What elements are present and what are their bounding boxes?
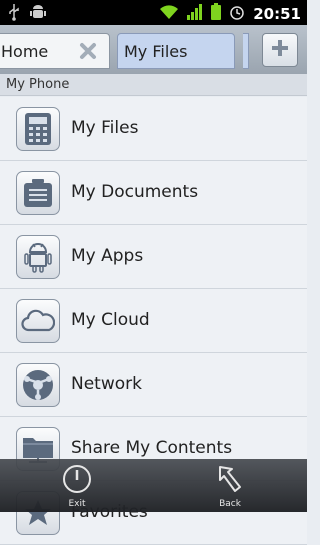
bottom-toolbar: Exit Back bbox=[0, 459, 307, 512]
android-icon bbox=[16, 235, 60, 279]
cloud-icon bbox=[16, 299, 60, 343]
close-icon[interactable] bbox=[79, 42, 97, 60]
tab-my-files-label: My Files bbox=[124, 41, 188, 61]
signal-icon bbox=[187, 3, 203, 24]
list-item-my-cloud[interactable]: My Cloud bbox=[0, 289, 307, 353]
status-bar: 20:51 bbox=[0, 0, 307, 25]
android-debug-icon bbox=[30, 4, 46, 25]
calculator-icon bbox=[16, 107, 60, 151]
list-item-label: My Documents bbox=[71, 182, 199, 202]
tab-my-files[interactable]: My Files bbox=[117, 33, 235, 69]
list-item-my-documents[interactable]: My Documents bbox=[0, 161, 307, 225]
power-icon bbox=[61, 465, 93, 499]
tab-home[interactable]: Home bbox=[0, 33, 110, 69]
network-icon bbox=[16, 363, 60, 407]
list-item-label: My Cloud bbox=[71, 310, 150, 330]
plus-icon bbox=[269, 37, 291, 63]
wifi-icon bbox=[159, 4, 179, 24]
document-icon bbox=[16, 171, 60, 215]
tab-home-label: Home bbox=[1, 41, 49, 61]
tab-bar: Home My Files bbox=[0, 25, 307, 75]
usb-icon bbox=[8, 4, 20, 25]
exit-button[interactable]: Exit bbox=[47, 463, 107, 511]
add-tab-button[interactable] bbox=[262, 33, 298, 67]
list-item-my-apps[interactable]: My Apps bbox=[0, 225, 307, 289]
list-item-label: My Apps bbox=[71, 246, 144, 266]
list-item-network[interactable]: Network bbox=[0, 353, 307, 417]
back-arrow-icon bbox=[214, 466, 246, 499]
battery-icon bbox=[211, 3, 222, 24]
back-label: Back bbox=[219, 499, 241, 509]
tab-overflow[interactable] bbox=[243, 33, 249, 69]
list-item-label: Network bbox=[71, 374, 142, 394]
exit-label: Exit bbox=[68, 499, 86, 509]
section-header: My Phone bbox=[0, 74, 307, 96]
back-button[interactable]: Back bbox=[200, 463, 260, 511]
list-item-label: My Files bbox=[71, 118, 139, 138]
list-item-my-files[interactable]: My Files bbox=[0, 97, 307, 161]
clock: 20:51 bbox=[253, 4, 301, 23]
alarm-icon bbox=[229, 4, 245, 24]
